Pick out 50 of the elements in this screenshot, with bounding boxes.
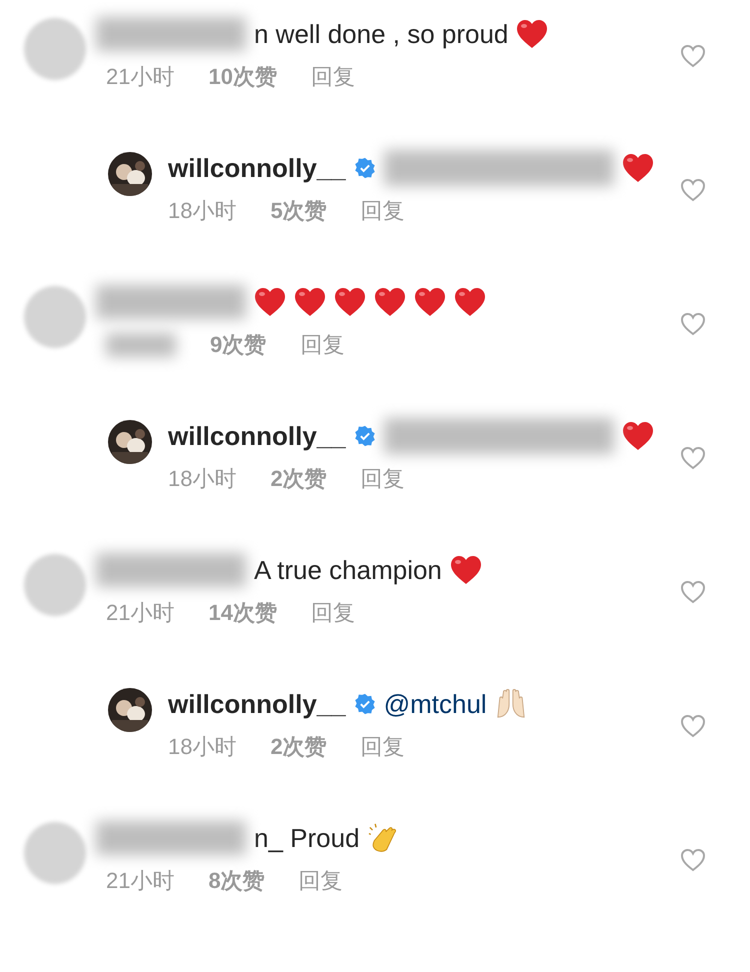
comment-time: 21小时 [106,867,174,895]
comment-time: 21小时 [106,599,174,627]
like-count[interactable]: 2次赞 [270,732,327,762]
heart-icon[interactable] [680,446,706,470]
heart-icon [254,287,286,317]
comment-text: n well done , so proud [254,18,508,50]
reply-link[interactable]: 回复 [298,866,343,896]
heart-icon [622,153,654,183]
heart-icon [450,555,482,585]
reply-link[interactable]: 回复 [310,62,355,92]
heart-icon [414,287,446,317]
redaction-blur [106,333,176,357]
blurred-avatar [24,554,86,616]
heart-icon [374,287,406,317]
reply-link[interactable]: 回复 [360,196,405,226]
like-count[interactable]: 5次赞 [270,196,327,226]
heart-icon [294,287,326,317]
heart-icon [454,287,486,317]
comment-time: 18小时 [168,733,236,761]
blurred-avatar [24,822,86,884]
username[interactable]: willconnolly__ [168,688,346,720]
heart-icon[interactable] [680,580,706,604]
reply-link[interactable]: 回复 [360,464,405,494]
heart-icon[interactable] [680,312,706,336]
reply-link[interactable]: 回复 [360,732,405,762]
like-count[interactable]: 10次赞 [208,62,277,92]
heart-icon[interactable] [680,848,706,872]
heart-icon[interactable] [680,44,706,68]
heart-icon [334,287,366,317]
heart-icon[interactable] [680,178,706,202]
reply-link[interactable]: 回复 [300,330,344,360]
like-count[interactable]: 8次赞 [208,866,265,896]
reply-link[interactable]: 回复 [310,598,355,628]
heart-icon [622,421,654,451]
heart-icon[interactable] [680,714,706,738]
username[interactable]: willconnolly__ [168,420,346,452]
like-count[interactable]: 2次赞 [270,464,327,494]
comment-time: 18小时 [168,465,236,493]
raised-hands-icon [494,689,527,719]
comment-time: 21小时 [106,63,174,91]
like-count[interactable]: 14次赞 [208,598,277,628]
blurred-avatar [24,286,86,348]
blurred-avatar [24,18,86,80]
comment-time: 18小时 [168,197,236,225]
username[interactable]: willconnolly__ [168,152,346,184]
comment-text: A true champion [254,554,442,586]
mention-link[interactable]: @mtchul [384,688,487,720]
like-count[interactable]: 9次赞 [210,330,266,360]
heart-icon [516,19,548,49]
comment-text: n_ Proud [254,822,360,854]
